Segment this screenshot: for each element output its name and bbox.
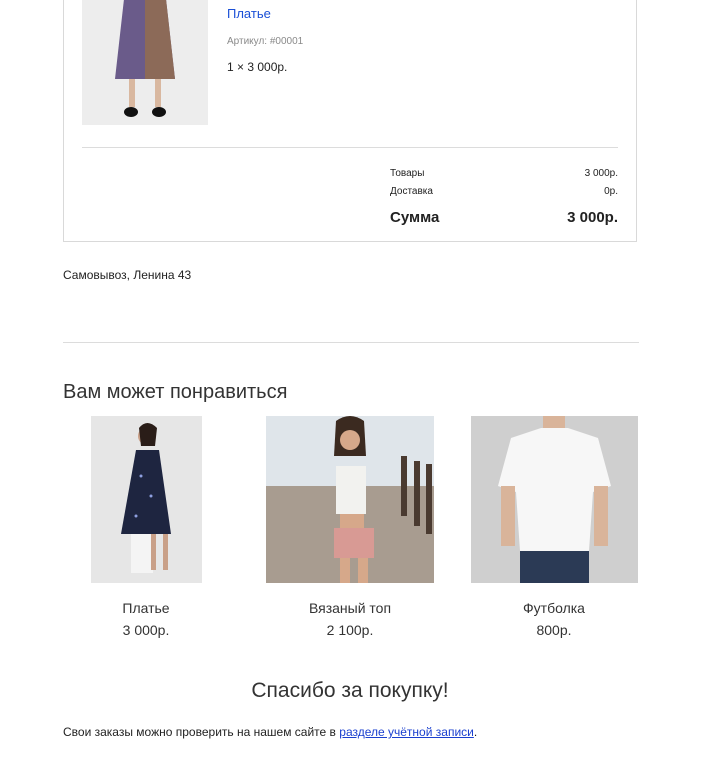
delivery-label: Доставка — [390, 185, 433, 197]
product-quantity-price: 1 × 3 000р. — [227, 60, 288, 74]
thanks-heading: Спасибо за покупку! — [251, 679, 449, 702]
product-name-link[interactable]: Платье — [227, 6, 271, 21]
recommendation-name[interactable]: Платье — [46, 600, 246, 616]
recommendation-name[interactable]: Вязаный топ — [250, 600, 450, 616]
recommendation-image[interactable] — [266, 416, 434, 583]
sum-value: 3 000р. — [567, 208, 618, 226]
recommendation-price: 800р. — [536, 622, 572, 638]
order-totals: Товары 3 000р. Доставка 0р. Сумма 3 000р… — [390, 164, 618, 228]
order-card: Платье Артикул: #00001 1 × 3 000р. Товар… — [63, 0, 637, 242]
recommendation-price: 3 000р. — [122, 622, 170, 638]
goods-row: Товары 3 000р. — [390, 164, 618, 182]
footer-note: Свои заказы можно проверить на нашем сай… — [63, 725, 477, 739]
sum-label: Сумма — [390, 208, 440, 226]
delivery-row: Доставка 0р. — [390, 182, 618, 200]
product-image[interactable] — [82, 0, 208, 125]
pickup-address: Самовывоз, Ленина 43 — [63, 268, 192, 282]
section-divider — [63, 342, 639, 343]
product-sku: Артикул: #00001 — [227, 36, 304, 47]
recommendation-price: 2 100р. — [326, 622, 374, 638]
footer-text: Свои заказы можно проверить на нашем сай… — [63, 725, 340, 739]
recommendations-title: Вам может понравиться — [63, 381, 288, 403]
card-divider — [82, 147, 618, 148]
footer-text-end: . — [473, 725, 478, 739]
recommendation-name[interactable]: Футболка — [454, 600, 654, 616]
recommendation-image[interactable] — [471, 416, 638, 583]
sum-row: Сумма 3 000р. — [390, 206, 618, 228]
goods-label: Товары — [390, 167, 425, 179]
goods-value: 3 000р. — [584, 167, 618, 179]
recommendation-image[interactable] — [91, 416, 202, 583]
delivery-value: 0р. — [604, 185, 618, 197]
account-section-link[interactable]: разделе учётной записи — [339, 725, 474, 739]
